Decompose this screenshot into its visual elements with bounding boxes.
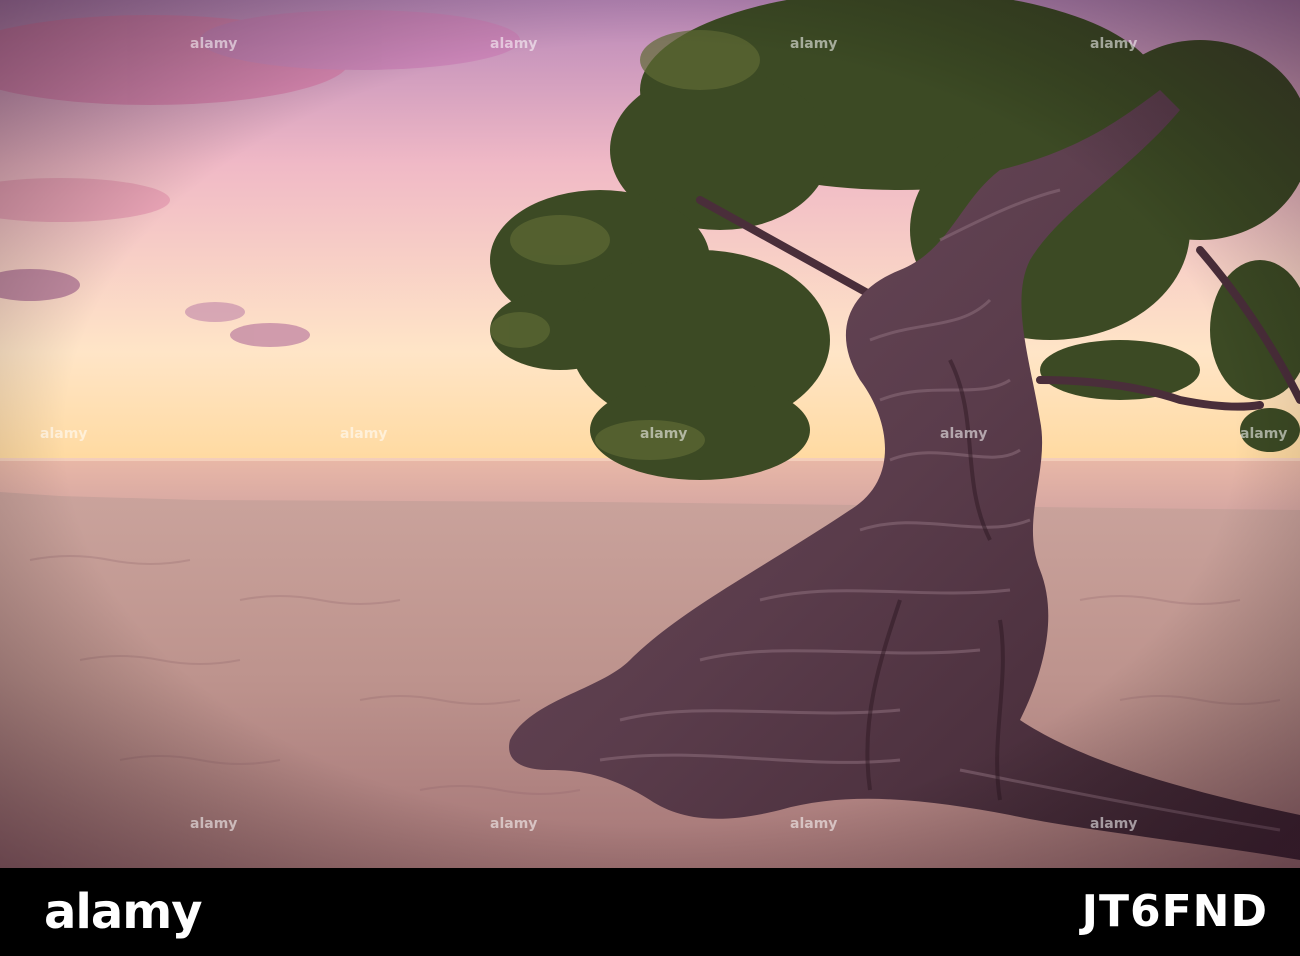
photo: alamy alamy alamy alamy alamy alamy alam… [0,0,1300,868]
footer-bar: alamy JT6FND [0,868,1300,956]
brand-logo: alamy [44,884,203,940]
image-id: JT6FND [1081,886,1268,937]
beach-sunset-scene [0,0,1300,868]
vignette [0,0,1300,868]
